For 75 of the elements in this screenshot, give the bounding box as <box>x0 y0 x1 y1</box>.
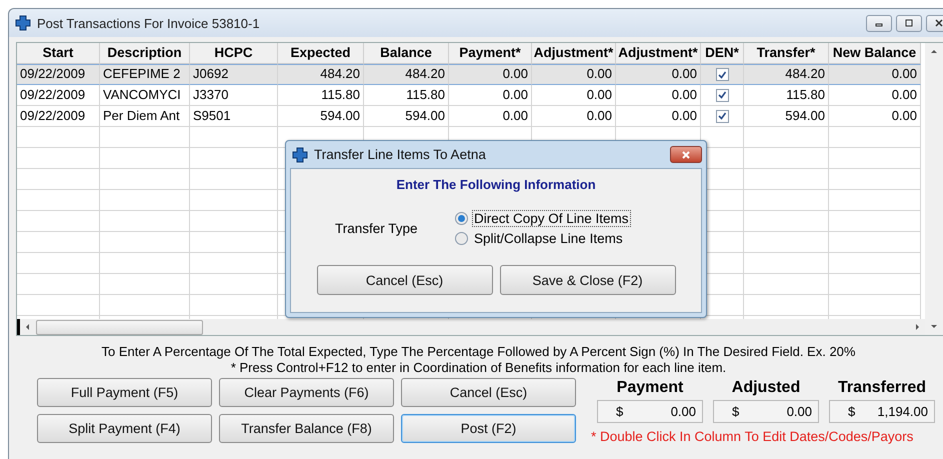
minimize-button[interactable] <box>866 14 892 32</box>
button[interactable]: Full Payment (F5) <box>37 378 212 407</box>
column-header[interactable]: Adjustment* <box>616 43 701 64</box>
scroll-down-icon <box>930 322 938 330</box>
close-button[interactable] <box>670 146 702 163</box>
table-cell: 0.00 <box>616 64 701 85</box>
table-cell: 0.00 <box>829 64 921 85</box>
column-header[interactable]: DEN* <box>701 43 744 64</box>
button[interactable]: Transfer Balance (F8) <box>219 414 394 443</box>
column-header[interactable]: New Balance <box>829 43 921 64</box>
maximize-icon <box>904 18 914 28</box>
table-cell: J3370 <box>190 85 278 106</box>
close-icon <box>681 150 691 160</box>
option-label[interactable]: Split/Collapse Line Items <box>472 230 625 247</box>
cross-icon <box>292 146 308 162</box>
table-cell: 115.80 <box>744 85 829 106</box>
checkbox[interactable] <box>716 68 728 81</box>
table-cell: 0.00 <box>449 85 532 106</box>
close-icon <box>934 18 943 28</box>
button[interactable]: Split Payment (F4) <box>37 414 212 443</box>
column-header[interactable]: Payment* <box>449 43 532 64</box>
window-title: Post Transactions For Invoice 53810-1 <box>37 16 260 30</box>
table-cell: 115.80 <box>364 85 449 106</box>
button[interactable]: Save & Close (F2) <box>500 265 676 295</box>
total-value: 0.00 <box>786 404 812 419</box>
table-cell: 115.80 <box>278 85 364 106</box>
scrollbar-thumb[interactable] <box>36 320 203 334</box>
currency-symbol: $ <box>848 404 856 419</box>
table-cell: 484.20 <box>744 64 829 85</box>
table-cell: J0692 <box>190 64 278 85</box>
total-value: 0.00 <box>670 404 696 419</box>
button[interactable]: Cancel (Esc) <box>316 265 492 295</box>
table-cell: 0.00 <box>829 85 921 106</box>
column-header[interactable]: Transfer* <box>744 43 829 64</box>
table-cell: CEFEPIME 2 <box>100 64 190 85</box>
scroll-left-icon <box>24 323 32 331</box>
instruction-text: * Press Control+F12 to enter in Coordination of Benefits information for each line item. <box>230 360 726 376</box>
table-cell: 0.00 <box>616 85 701 106</box>
table-cell: 0.00 <box>532 64 616 85</box>
total-label: Payment <box>616 378 684 398</box>
table-cell: 484.20 <box>364 64 449 85</box>
currency-symbol: $ <box>732 404 740 419</box>
column-header[interactable]: Start <box>17 43 100 64</box>
table-cell: 484.20 <box>278 64 364 85</box>
table-cell: 0.00 <box>449 64 532 85</box>
hint-text: * Double Click In Column To Edit Dates/Codes/Payors <box>591 429 914 444</box>
column-header[interactable]: HCPC <box>190 43 278 64</box>
scroll-up-icon <box>930 48 938 56</box>
radio-button[interactable] <box>455 212 468 225</box>
table-cell: 09/22/2009 <box>17 64 100 85</box>
checkbox[interactable] <box>716 110 728 122</box>
dialog-heading: Enter The Following Information <box>396 177 596 192</box>
currency-symbol: $ <box>616 404 624 419</box>
total-value: 1,194.00 <box>877 404 928 419</box>
radio-button[interactable] <box>455 232 468 245</box>
button[interactable]: Post (F2) <box>401 414 576 443</box>
instruction-text: To Enter A Percentage Of The Total Expected, Type The Percentage Followed by A Percent Sign (%) In The Desired Field. Ex. 20% <box>102 344 856 360</box>
column-header[interactable]: Description <box>100 43 190 64</box>
total-label: Adjusted <box>732 378 800 398</box>
dialog-title: Transfer Line Items To Aetna <box>314 147 486 162</box>
maximize-button[interactable] <box>896 14 922 32</box>
option-label[interactable]: Direct Copy Of Line Items <box>472 210 631 227</box>
checkbox[interactable] <box>716 88 728 102</box>
table-cell: 0.00 <box>532 85 616 106</box>
table-cell: VANCOMYCI <box>100 85 190 106</box>
column-header[interactable]: Adjustment* <box>532 43 616 64</box>
button[interactable]: Cancel (Esc) <box>401 378 576 407</box>
scroll-right-icon <box>913 323 921 331</box>
button[interactable]: Clear Payments (F6) <box>219 378 394 407</box>
table-cell: 09/22/2009 <box>17 85 100 106</box>
total-label: Transferred <box>838 378 926 398</box>
column-header[interactable]: Expected <box>278 43 364 64</box>
cross-icon <box>15 15 31 31</box>
field-label: Transfer Type <box>335 221 419 236</box>
column-header[interactable]: Balance <box>364 43 449 64</box>
